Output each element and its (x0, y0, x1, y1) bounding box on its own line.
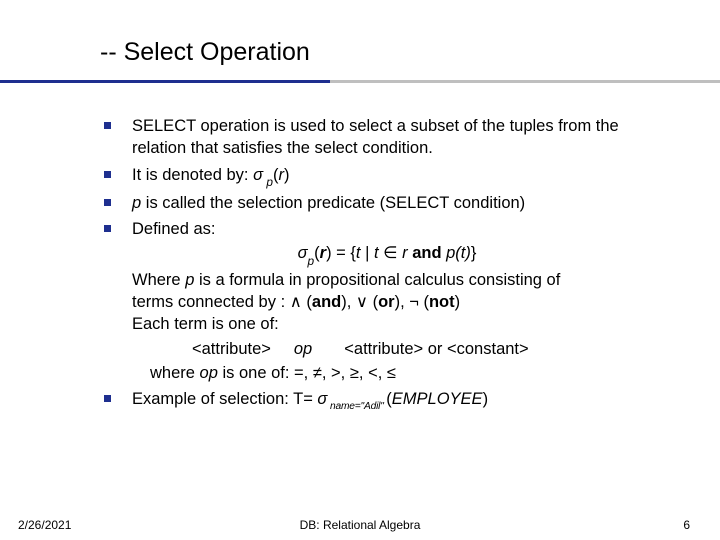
def-pt: p(t) (446, 244, 471, 262)
sigma-symbol: σ (253, 166, 263, 184)
ex-rel: EMPLOYEE (392, 390, 483, 408)
op-where-line: where op is one of: =, ≠, >, ≥, <, ≤ (150, 362, 672, 384)
where1b: is a formula in propositional calculus c… (194, 271, 560, 289)
where-line-1: Where p is a formula in propositional ca… (132, 269, 672, 291)
footer-title: DB: Relational Algebra (0, 518, 720, 532)
footer-page: 6 (683, 518, 690, 532)
where2-not: not (429, 293, 455, 311)
where-line-2: terms connected by : ∧ (and), ∨ (or), ¬ … (132, 291, 672, 313)
bullet-4: Defined as: σp(r) = {t | t ∈ r and p(t)}… (102, 218, 672, 384)
ex-a: Example of selection: T= (132, 390, 317, 408)
each-term-line: Each term is one of: (132, 313, 672, 335)
def-bar: | (360, 244, 373, 262)
where2a: terms connected by : ∧ ( (132, 293, 312, 311)
title-row: -- Select Operation (0, 0, 720, 67)
where2d: ) (455, 293, 461, 311)
where1-p: p (185, 271, 194, 289)
term-attr1: <attribute> (192, 340, 271, 358)
bullet-3: p is called the selection predicate (SEL… (102, 192, 672, 214)
ex-sub: name="Adil" (327, 401, 386, 412)
slide: -- Select Operation SELECT operation is … (0, 0, 720, 540)
term-pattern-line: <attribute> op <attribute> or <constant> (192, 338, 672, 360)
title-underline (0, 80, 720, 83)
predicate-p: p (132, 194, 141, 212)
where2-and: and (312, 293, 341, 311)
ex-sigma: σ (317, 390, 327, 408)
ex-close: ) (483, 390, 489, 408)
definition-line: σp(r) = {t | t ∈ r and p(t)} (102, 242, 672, 266)
bullet-5: Example of selection: T= σ name="Adil" (… (102, 388, 672, 413)
def-sub-p: p (308, 254, 315, 268)
term-attr2: <attribute> or <constant> (344, 340, 528, 358)
bullet-4-text: Defined as: (132, 220, 215, 238)
def-r2: r (402, 244, 412, 262)
where2-or: or (378, 293, 395, 311)
opwhere-a: where (150, 364, 200, 382)
opwhere-b: is one of: =, ≠, >, ≥, <, ≤ (218, 364, 396, 382)
def-and: and (412, 244, 441, 262)
bullet-list: SELECT operation is used to select a sub… (102, 115, 672, 413)
close-paren: ) (284, 166, 290, 184)
bullet-1-text: SELECT operation is used to select a sub… (132, 117, 619, 157)
bullet-2: It is denoted by: σ p(r) (102, 164, 672, 188)
def-sigma: σ (298, 244, 308, 262)
where2c: ), ¬ ( (395, 293, 429, 311)
def-in: ∈ (379, 244, 403, 262)
sigma-subscript-p: p (263, 175, 273, 189)
bullet-1: SELECT operation is used to select a sub… (102, 115, 672, 160)
def-close: } (471, 244, 477, 262)
def-mid1: ) = { (326, 244, 356, 262)
term-op: op (294, 340, 312, 358)
content-area: SELECT operation is used to select a sub… (0, 67, 720, 413)
where1a: Where (132, 271, 185, 289)
where2b: ), ∨ ( (341, 293, 378, 311)
slide-title: -- Select Operation (100, 38, 310, 67)
bullet-3-rest: is called the selection predicate (SELEC… (141, 194, 525, 212)
opwhere-op: op (200, 364, 218, 382)
bullet-2-pre: It is denoted by: (132, 166, 253, 184)
